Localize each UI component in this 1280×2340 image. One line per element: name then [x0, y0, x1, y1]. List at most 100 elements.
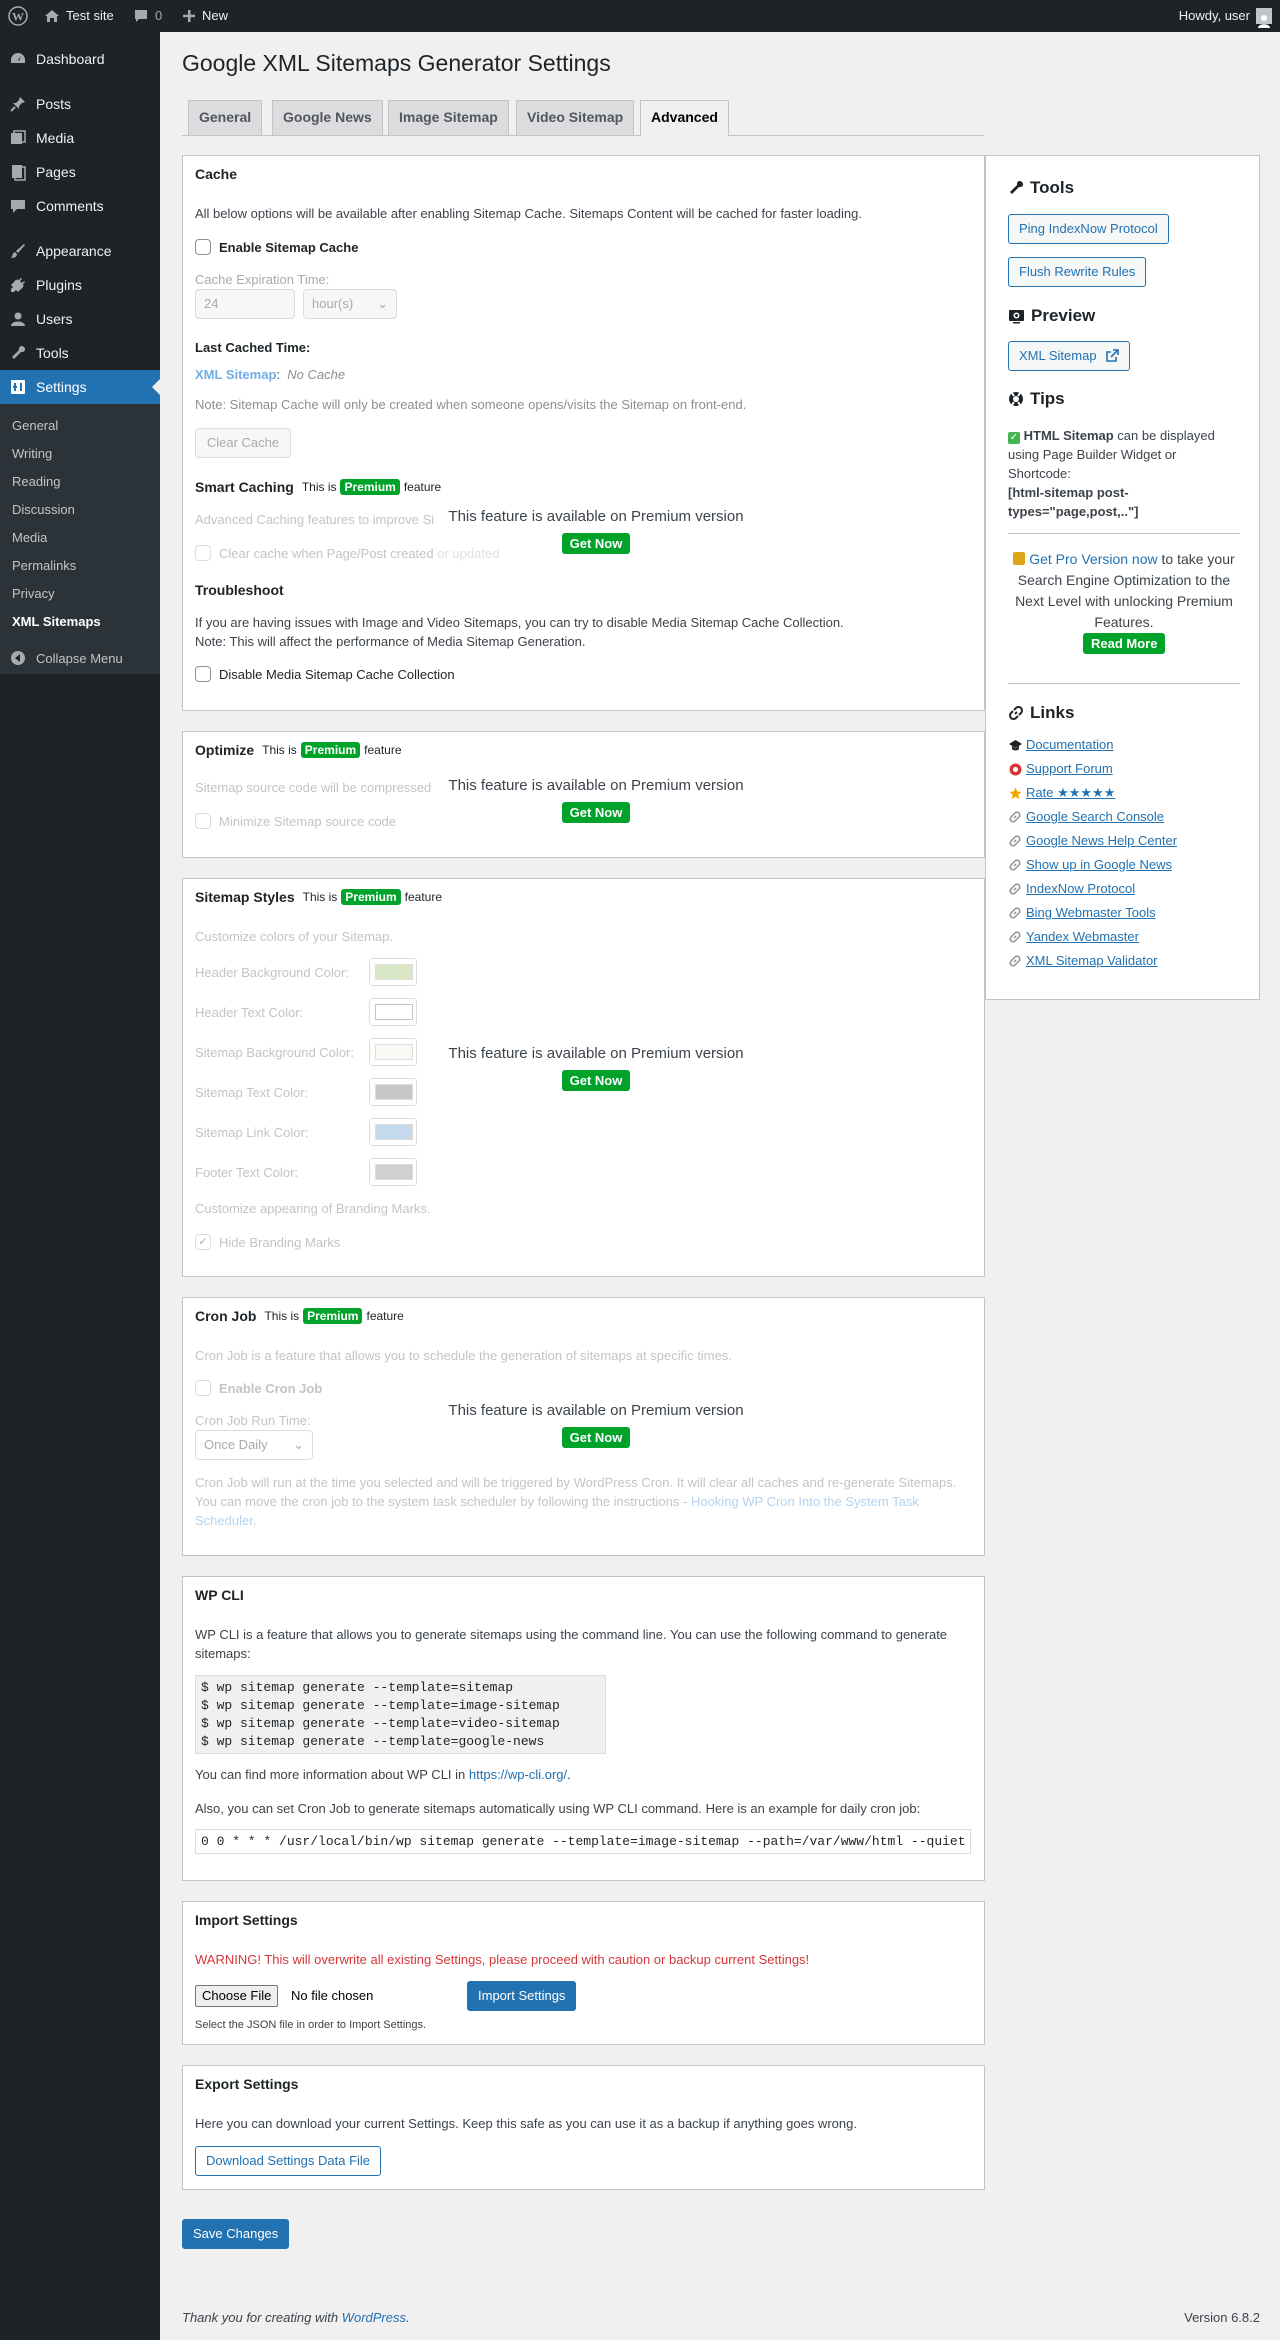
- xml-sitemap-validator-link[interactable]: XML Sitemap Validator: [1026, 953, 1158, 968]
- clear-cache-button[interactable]: Clear Cache: [195, 428, 291, 458]
- premium-overlay: This feature is available on Premium ver…: [431, 777, 761, 823]
- chevron-down-icon: ⌄: [377, 296, 388, 311]
- wp-cli-link[interactable]: https://wp-cli.org/: [469, 1767, 567, 1782]
- tab-advanced[interactable]: Advanced: [640, 100, 729, 137]
- sidebar-item-comments[interactable]: Comments: [0, 189, 160, 223]
- cron-note-3: Scheduler.: [195, 1513, 256, 1528]
- cron-instructions-link[interactable]: Hooking WP Cron Into the System Task: [691, 1494, 919, 1509]
- submenu-item-permalinks[interactable]: Permalinks: [12, 558, 76, 573]
- footer-text-color-picker[interactable]: [369, 1158, 417, 1186]
- export-settings-section: Export Settings Here you can download yo…: [182, 2065, 985, 2190]
- tip-bold: HTML Sitemap: [1023, 428, 1114, 443]
- link-icon: [1008, 882, 1022, 896]
- enable-cache-label: Enable Sitemap Cache: [219, 240, 359, 255]
- tab-video-sitemap[interactable]: Video Sitemap: [516, 100, 635, 135]
- submenu-item-discussion[interactable]: Discussion: [12, 502, 75, 517]
- enable-cron-checkbox[interactable]: [195, 1380, 211, 1396]
- cron-run-time-select[interactable]: Once Daily ⌄: [195, 1430, 313, 1460]
- styles-header: Sitemap Styles This is Premium feature: [195, 889, 442, 905]
- tab-image-sitemap[interactable]: Image Sitemap: [388, 100, 509, 135]
- import-settings-button[interactable]: Import Settings: [467, 1981, 577, 2011]
- wp-cli-cron-command[interactable]: 0 0 * * * /usr/local/bin/wp sitemap gene…: [195, 1829, 971, 1854]
- sitemap-styles-section: Sitemap Styles This is Premium feature C…: [182, 878, 985, 1277]
- more-info-text: You can find more information about WP C…: [195, 1767, 469, 1782]
- premium-prefix: This is: [264, 1309, 300, 1323]
- submenu-item-reading[interactable]: Reading: [12, 474, 60, 489]
- period: .: [252, 1513, 257, 1528]
- color-swatch: [375, 964, 413, 980]
- new-content-link[interactable]: New: [182, 0, 228, 32]
- google-news-help-link[interactable]: Google News Help Center: [1026, 833, 1177, 848]
- get-pro-link[interactable]: Get Pro Version now: [1029, 551, 1157, 567]
- support-forum-link[interactable]: Support Forum: [1026, 761, 1113, 776]
- cache-expiration-input[interactable]: 24: [195, 289, 295, 319]
- xml-sitemap-preview-button[interactable]: XML Sitemap: [1008, 341, 1130, 371]
- google-search-console-link[interactable]: Google Search Console: [1026, 809, 1164, 824]
- sitemap-text-color-picker[interactable]: [369, 1078, 417, 1106]
- site-name-link[interactable]: Test site: [44, 0, 114, 32]
- account-menu[interactable]: Howdy, user: [1179, 0, 1272, 32]
- wordpress-logo-icon[interactable]: W: [8, 0, 28, 32]
- get-now-button[interactable]: Get Now: [561, 802, 631, 823]
- color-label: Sitemap Link Color:: [195, 1125, 309, 1140]
- smart-cache-checkbox[interactable]: [195, 545, 211, 561]
- sidebar-item-appearance[interactable]: Appearance: [0, 234, 160, 268]
- settings-submenu: General Writing Reading Discussion Media…: [0, 404, 160, 674]
- sidebar-item-dashboard[interactable]: Dashboard: [0, 42, 160, 76]
- disable-media-cache-checkbox[interactable]: [195, 666, 211, 682]
- comment-icon: [0, 197, 36, 215]
- submenu-item-media[interactable]: Media: [12, 530, 47, 545]
- sidebar-item-tools[interactable]: Tools: [0, 336, 160, 370]
- sidebar-item-media[interactable]: Media: [0, 121, 160, 155]
- indexnow-protocol-link[interactable]: IndexNow Protocol: [1026, 881, 1135, 896]
- download-settings-button[interactable]: Download Settings Data File: [195, 2146, 382, 2176]
- rate-link[interactable]: Rate ★★★★★: [1026, 785, 1115, 801]
- check-mark-icon: ✓: [1008, 432, 1020, 444]
- cron-note-2-text: You can move the cron job to the system …: [195, 1494, 691, 1509]
- get-now-button[interactable]: Get Now: [561, 1070, 631, 1091]
- enable-cache-checkbox[interactable]: [195, 239, 211, 255]
- show-up-google-news-link[interactable]: Show up in Google News: [1026, 857, 1172, 872]
- get-now-button[interactable]: Get Now: [561, 1427, 631, 1448]
- ping-indexnow-button[interactable]: Ping IndexNow Protocol: [1008, 214, 1169, 244]
- submenu-item-xml-sitemaps[interactable]: XML Sitemaps: [12, 614, 101, 629]
- tab-google-news[interactable]: Google News: [272, 100, 383, 135]
- cache-expiration-unit-select[interactable]: hour(s) ⌄: [303, 289, 397, 319]
- minimize-source-checkbox[interactable]: [195, 813, 211, 829]
- premium-badge: Premium: [300, 742, 361, 758]
- flush-rewrite-rules-button[interactable]: Flush Rewrite Rules: [1008, 257, 1147, 287]
- read-more-button[interactable]: Read More: [1083, 633, 1166, 654]
- sidebar-item-plugins[interactable]: Plugins: [0, 268, 160, 302]
- save-changes-button[interactable]: Save Changes: [182, 2219, 290, 2249]
- sidebar-item-users[interactable]: Users: [0, 302, 160, 336]
- styles-title: Sitemap Styles: [195, 889, 295, 905]
- wordpress-link[interactable]: WordPress: [342, 2310, 406, 2325]
- sidebar-item-settings[interactable]: Settings: [0, 370, 160, 404]
- submenu-item-privacy[interactable]: Privacy: [12, 586, 55, 601]
- tab-general[interactable]: General: [188, 100, 263, 135]
- cron-instructions-link-cont[interactable]: Scheduler: [195, 1513, 253, 1528]
- submenu-item-writing[interactable]: Writing: [12, 446, 52, 461]
- comments-link[interactable]: 0: [133, 0, 162, 32]
- choose-file-button[interactable]: Choose File: [195, 1985, 279, 2007]
- header-text-color-picker[interactable]: [369, 998, 417, 1026]
- sitemap-bg-color-picker[interactable]: [369, 1038, 417, 1066]
- hide-branding-checkbox[interactable]: ✓: [195, 1234, 211, 1250]
- get-now-button[interactable]: Get Now: [561, 533, 631, 554]
- sidebar-item-label: Media: [36, 130, 75, 146]
- documentation-link[interactable]: Documentation: [1026, 737, 1113, 752]
- yandex-webmaster-link[interactable]: Yandex Webmaster: [1026, 929, 1139, 944]
- sidebar-item-posts[interactable]: Posts: [0, 87, 160, 121]
- header-bg-color-picker[interactable]: [369, 958, 417, 986]
- color-swatch: [375, 1004, 413, 1020]
- xml-sitemap-link[interactable]: XML Sitemap: [195, 367, 276, 382]
- cache-note: Note: Sitemap Cache will only be created…: [195, 397, 747, 412]
- minimize-source-label: Minimize Sitemap source code: [219, 814, 397, 829]
- bing-webmaster-link[interactable]: Bing Webmaster Tools: [1026, 905, 1156, 920]
- tips-header: Tips: [1008, 389, 1065, 409]
- submenu-item-general[interactable]: General: [12, 418, 58, 433]
- collapse-menu-button[interactable]: Collapse Menu: [0, 641, 160, 675]
- cron-run-time-label: Cron Job Run Time:: [195, 1413, 311, 1428]
- sitemap-link-color-picker[interactable]: [369, 1118, 417, 1146]
- sidebar-item-pages[interactable]: Pages: [0, 155, 160, 189]
